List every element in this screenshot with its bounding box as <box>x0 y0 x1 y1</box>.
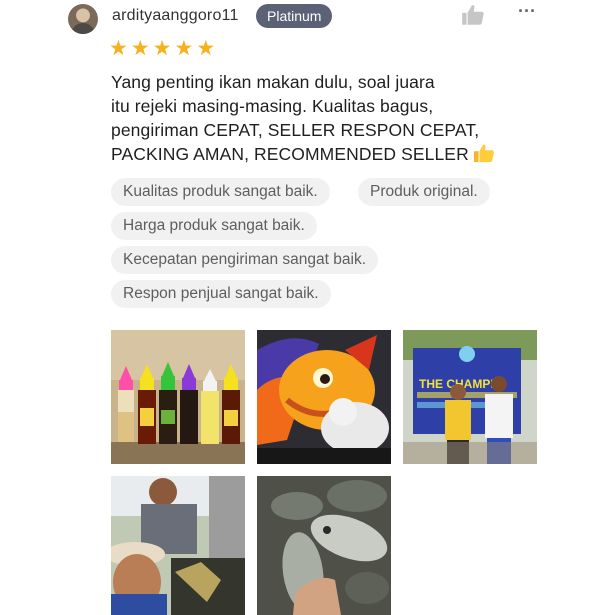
more-options-button[interactable]: ··· <box>516 2 538 26</box>
reviewer-avatar[interactable] <box>68 4 98 34</box>
review-text: Yang penting ikan makan dulu, soal juara… <box>111 70 521 169</box>
review-line: pengiriman CEPAT, SELLER RESPON CEPAT, <box>111 120 480 140</box>
star-icon: ★ <box>130 37 150 60</box>
review-photo-selfie[interactable] <box>111 476 245 615</box>
review-tag: Kecepatan pengiriman sangat baik. <box>111 246 378 274</box>
star-icon: ★ <box>174 37 194 60</box>
thumbs-up-emoji-icon <box>473 143 495 169</box>
thumbs-up-icon <box>462 5 484 25</box>
review-line: itu rejeki masing-masing. Kualitas bagus… <box>111 96 434 116</box>
star-icon: ★ <box>152 37 172 60</box>
review-photo-mascot[interactable] <box>257 330 391 464</box>
rating-stars: ★ ★ ★ ★ ★ <box>109 38 215 59</box>
review-tag: Respon penjual sangat baik. <box>111 280 331 308</box>
review-tag: Kualitas produk sangat baik. <box>111 178 330 206</box>
review-tag: Harga produk sangat baik. <box>111 212 317 240</box>
review-tag: Produk original. <box>358 178 490 206</box>
review-line: PACKING AMAN, RECOMMENDED SELLER <box>111 142 521 169</box>
review-line-text: PACKING AMAN, RECOMMENDED SELLER <box>111 144 469 164</box>
like-button[interactable] <box>460 2 486 28</box>
review-line: Yang penting ikan makan dulu, soal juara <box>111 72 435 92</box>
review-photo-championship[interactable]: THE CHAMPI <box>403 330 537 464</box>
review-photo-fish[interactable] <box>257 476 391 615</box>
reviewer-username[interactable]: ardityaanggoro11 <box>112 7 239 25</box>
star-icon: ★ <box>196 37 216 60</box>
star-icon: ★ <box>109 37 128 60</box>
review-photo-bottles[interactable] <box>111 330 245 464</box>
more-horizontal-icon: ··· <box>518 1 536 21</box>
membership-badge: Platinum <box>256 4 333 28</box>
